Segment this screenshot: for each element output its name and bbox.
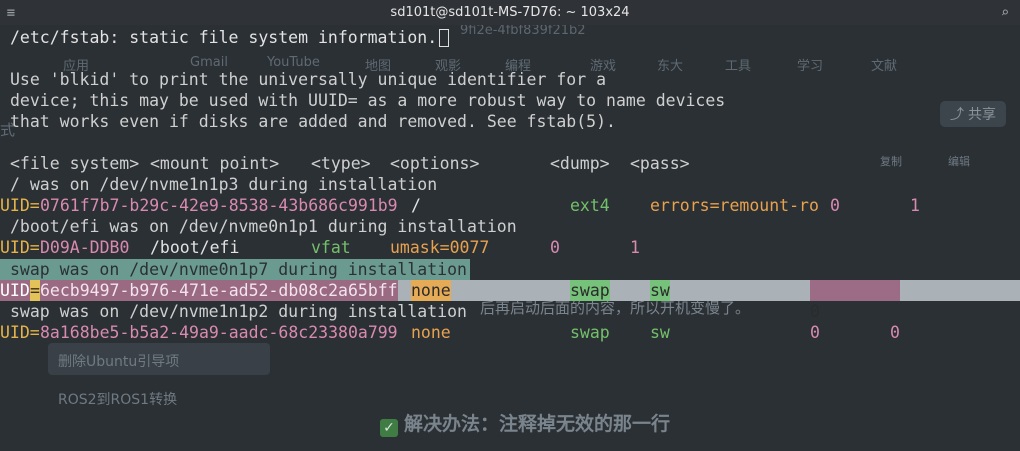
fstab-pass: 1	[630, 238, 640, 257]
terminal-line: <mount point>	[150, 154, 280, 173]
fstab-dump: 0	[810, 323, 820, 342]
fstab-options-selected: sw	[650, 280, 670, 301]
fstab-dump: 0	[830, 196, 840, 215]
fstab-mount-point: /	[411, 196, 421, 215]
terminal-line: /boot/efi was on /dev/nvme0n1p1 during i…	[10, 217, 517, 236]
fstab-key: UID=	[0, 196, 40, 215]
fstab-type: vfat	[311, 238, 351, 257]
fstab-type: ext4	[570, 196, 610, 215]
fstab-uuid-selected: 6ecb9497-b976-471e-ad52-db08c2a65bff	[40, 280, 398, 301]
terminal-text: /etc/fstab: static file system informati…	[10, 28, 438, 47]
fstab-key: UID=	[0, 238, 40, 257]
fstab-dump-selected: 0	[810, 302, 820, 321]
menu-icon[interactable]: ≡	[0, 0, 22, 25]
search-icon[interactable]: ⌕	[994, 0, 1016, 25]
terminal-line: / was on /dev/nvme1n1p3 during installat…	[10, 175, 438, 194]
terminal-line: <pass>	[630, 154, 690, 173]
fstab-type: swap	[570, 323, 610, 342]
fstab-uuid: 8a168be5-b5a2-49a9-aadc-68c23380a799	[40, 323, 398, 342]
terminal-line: Use 'blkid' to print the universally uni…	[10, 70, 607, 89]
terminal-line: <dump>	[550, 154, 610, 173]
fstab-pass: 1	[910, 196, 920, 215]
terminal-line: /etc/fstab: static file system informati…	[10, 27, 450, 48]
fstab-options: errors=remount-ro	[650, 196, 819, 215]
fstab-type-selected: swap	[570, 280, 610, 301]
fstab-eq-selected: =	[30, 280, 40, 301]
fstab-key-selected: UID	[0, 280, 30, 301]
fstab-options: sw	[650, 323, 670, 342]
fstab-mount-point: /boot/efi	[150, 238, 240, 257]
fstab-uuid: D09A-DDB0	[40, 238, 130, 257]
terminal-line: <type>	[311, 154, 371, 173]
terminal-line: swap was on /dev/nvme1n1p2 during instal…	[10, 302, 467, 321]
fstab-dump-pass-selected: 0 0	[810, 280, 900, 342]
terminal-view[interactable]: /etc/fstab: static file system informati…	[0, 25, 1020, 451]
fstab-key: UID=	[0, 323, 40, 342]
text-cursor	[439, 29, 450, 47]
fstab-dump: 0	[550, 238, 560, 257]
terminal-line: device; this may be used with UUID= as a…	[10, 91, 726, 110]
window-titlebar[interactable]: ≡ sd101t@sd101t-MS-7D76: ~ 103x24 ⌕	[0, 0, 1020, 25]
window-title: sd101t@sd101t-MS-7D76: ~ 103x24	[390, 5, 630, 20]
terminal-line: <options>	[390, 154, 480, 173]
fstab-uuid: 0761f7b7-b29c-42e9-8538-43b686c991b9	[40, 196, 398, 215]
fstab-mount-point: none	[411, 323, 451, 342]
fstab-options: umask=0077	[390, 238, 490, 257]
fstab-pass: 0	[890, 323, 900, 342]
terminal-line: that works even if disks are added and r…	[10, 112, 616, 131]
terminal-line-selected: swap was on /dev/nvme0n1p7 during instal…	[10, 260, 467, 279]
fstab-mount-point-selected: none	[411, 280, 451, 301]
terminal-line: <file system>	[10, 154, 140, 173]
